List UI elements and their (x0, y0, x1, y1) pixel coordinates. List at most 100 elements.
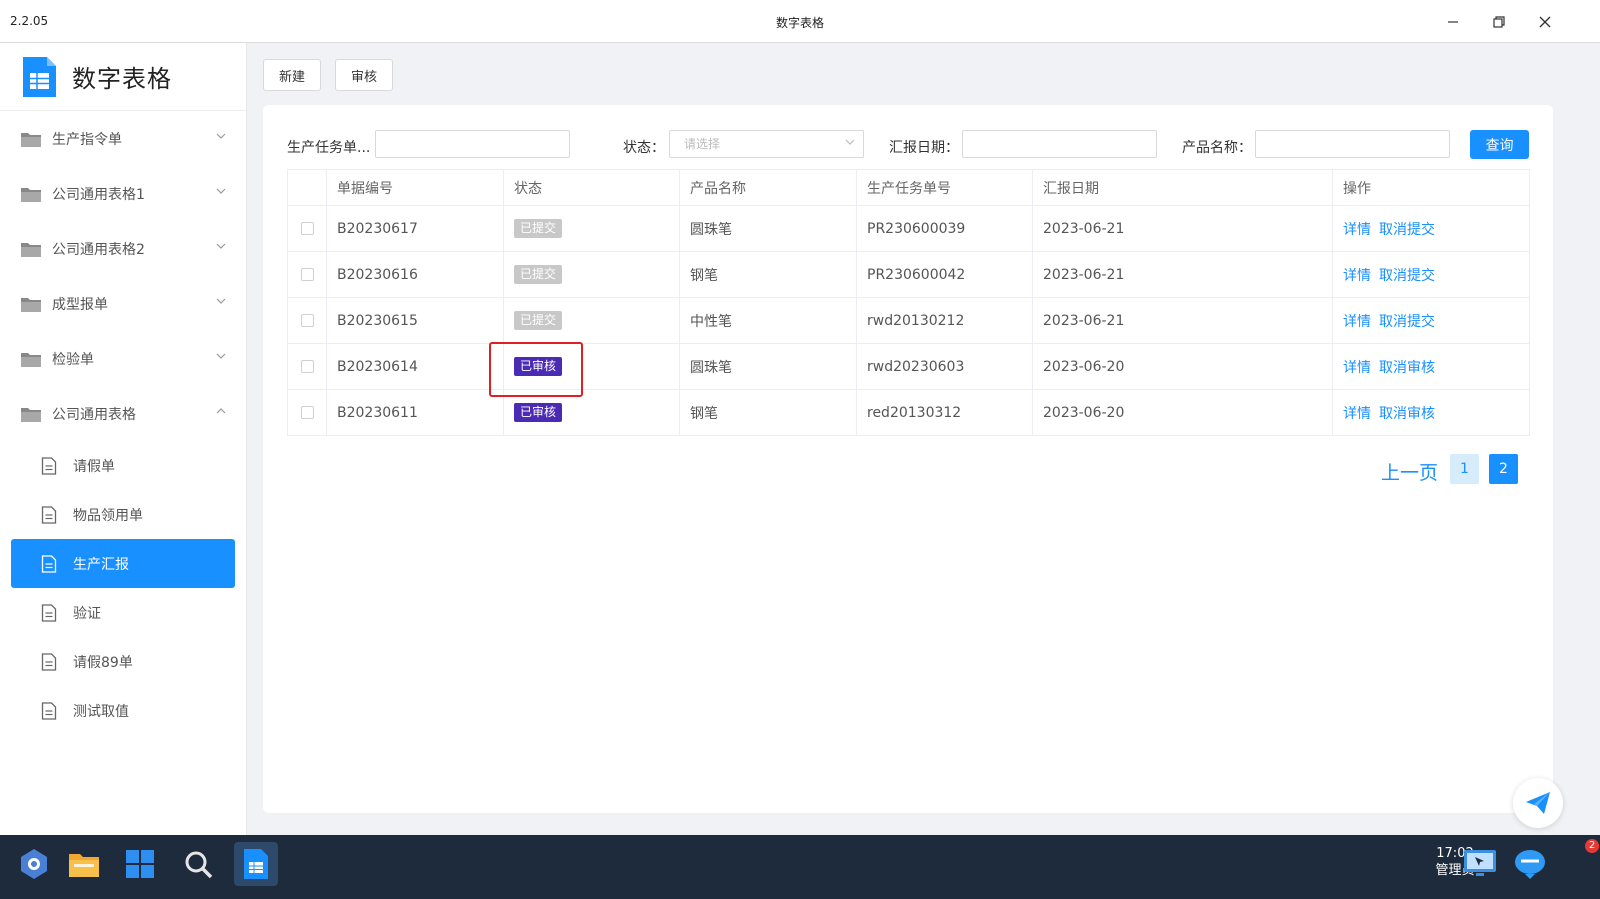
detail-link[interactable]: 详情 (1343, 222, 1371, 238)
detail-link[interactable]: 详情 (1343, 314, 1371, 330)
sidebar-item-production-report[interactable]: 生产汇报 (11, 539, 235, 588)
close-icon[interactable] (1532, 9, 1558, 35)
status-cell: 已提交 (503, 205, 680, 252)
row-checkbox[interactable] (300, 406, 314, 419)
page-2-button[interactable]: 2 (1489, 454, 1518, 484)
restore-icon[interactable] (1486, 9, 1512, 35)
product-name-input[interactable] (1255, 130, 1450, 158)
product-cell: 圆珠笔 (679, 205, 857, 252)
status-cell: 已提交 (503, 297, 680, 344)
window-title: 数字表格 (775, 16, 824, 30)
header-product: 产品名称 (679, 169, 857, 206)
menu-group-common-form-2[interactable]: 公司通用表格2 (0, 221, 246, 276)
menu-group-inspection[interactable]: 检验单 (0, 331, 246, 386)
detail-link[interactable]: 详情 (1343, 406, 1371, 422)
status-label: 状态： (623, 140, 665, 156)
sidebar-item-label: 请假单 (73, 458, 115, 475)
actions-cell: 详情 取消提交 (1332, 297, 1530, 344)
table-row: B20230617 已提交 圆珠笔 PR230600039 2023-06-21… (287, 205, 1530, 252)
search-icon[interactable] (176, 842, 220, 886)
status-cell: 已提交 (503, 251, 680, 298)
folder-icon (21, 187, 41, 202)
sidebar-item-verify[interactable]: 验证 (11, 588, 235, 637)
cancel-review-link[interactable]: 取消审核 (1379, 406, 1435, 422)
row-checkbox[interactable] (300, 222, 314, 235)
list-card: 生产任务单... 状态： 请选择 汇报日期： 产品名称： 查询 单据编号 状态 … (263, 105, 1553, 813)
task-no-cell: PR230600039 (856, 205, 1033, 252)
sidebar-item-label: 测试取值 (73, 703, 129, 720)
sidebar-item-leave[interactable]: 请假单 (11, 441, 235, 490)
report-date-input[interactable] (962, 130, 1157, 158)
sidebar-item-leave-89[interactable]: 请假89单 (11, 637, 235, 686)
chat-icon[interactable] (1508, 842, 1552, 886)
prev-page-button[interactable]: 上一页 (1381, 458, 1438, 485)
doc-no-cell: B20230615 (326, 297, 504, 344)
product-cell: 钢笔 (679, 251, 857, 298)
folder-icon (21, 407, 41, 422)
cancel-submit-link[interactable]: 取消提交 (1379, 268, 1435, 284)
status-badge: 已提交 (514, 265, 563, 284)
start-menu-icon[interactable] (12, 842, 56, 886)
menu-group-label: 成型报单 (52, 296, 108, 313)
menu-group-common-form[interactable]: 公司通用表格 (0, 386, 246, 441)
detail-link[interactable]: 详情 (1343, 360, 1371, 376)
chevron-down-icon (216, 353, 226, 359)
sidebar-item-requisition[interactable]: 物品领用单 (11, 490, 235, 539)
chevron-down-icon (216, 188, 226, 194)
task-no-cell: PR230600042 (856, 251, 1033, 298)
remote-desktop-icon[interactable] (1458, 842, 1502, 886)
row-checkbox[interactable] (300, 268, 314, 281)
menu-group-molding-report[interactable]: 成型报单 (0, 276, 246, 331)
highlight-box (489, 342, 583, 397)
document-icon (41, 505, 57, 524)
file-explorer-icon[interactable] (62, 842, 106, 886)
doc-no-cell: B20230617 (326, 205, 504, 252)
menu-group-common-form-1[interactable]: 公司通用表格1 (0, 166, 246, 221)
row-checkbox-cell (287, 251, 327, 298)
folder-icon (21, 242, 41, 257)
task-no-input[interactable] (375, 130, 570, 158)
page-1-button[interactable]: 1 (1450, 454, 1479, 484)
document-icon (41, 652, 57, 671)
minimize-icon[interactable] (1440, 9, 1466, 35)
sidebar-item-test-value[interactable]: 测试取值 (11, 686, 235, 735)
status-badge: 已提交 (514, 219, 563, 238)
cancel-submit-link[interactable]: 取消提交 (1379, 222, 1435, 238)
actions-cell: 详情 取消审核 (1332, 389, 1530, 436)
new-button[interactable]: 新建 (263, 59, 321, 91)
menu-group-label: 生产指令单 (52, 131, 122, 148)
document-icon (41, 701, 57, 720)
actions-cell: 详情 取消提交 (1332, 205, 1530, 252)
cancel-submit-link[interactable]: 取消提交 (1379, 314, 1435, 330)
header-checkbox-cell (287, 169, 327, 206)
status-badge: 已提交 (514, 311, 563, 330)
folder-icon (21, 132, 41, 147)
doc-no-cell: B20230616 (326, 251, 504, 298)
cancel-review-link[interactable]: 取消审核 (1379, 360, 1435, 376)
detail-link[interactable]: 详情 (1343, 268, 1371, 284)
document-icon (41, 603, 57, 622)
menu-group-label: 检验单 (52, 351, 94, 368)
folder-icon (21, 297, 41, 312)
table-row: B20230614 已审核 圆珠笔 rwd20230603 2023-06-20… (287, 343, 1530, 390)
row-checkbox[interactable] (300, 314, 314, 327)
send-button[interactable] (1513, 778, 1563, 828)
product-cell: 钢笔 (679, 389, 857, 436)
status-select[interactable]: 请选择 (669, 130, 864, 158)
sidebar-item-label: 请假89单 (73, 654, 133, 671)
menu-group-production-order[interactable]: 生产指令单 (0, 111, 246, 166)
date-cell: 2023-06-20 (1032, 389, 1333, 436)
header-report-date: 汇报日期 (1032, 169, 1333, 206)
windows-icon[interactable] (118, 842, 162, 886)
row-checkbox[interactable] (300, 360, 314, 373)
status-select-placeholder: 请选择 (684, 137, 721, 151)
chevron-up-icon (216, 408, 226, 414)
review-button[interactable]: 审核 (335, 59, 393, 91)
date-cell: 2023-06-21 (1032, 251, 1333, 298)
menu-group-label: 公司通用表格 (52, 406, 136, 423)
query-button[interactable]: 查询 (1470, 130, 1529, 159)
sidebar: 数字表格 生产指令单 公司通用表格1 公司通用表格2 成型报单 检验单 公司通用… (0, 43, 247, 835)
status-badge: 已审核 (514, 403, 563, 422)
send-icon (1526, 792, 1550, 814)
spreadsheet-app-icon[interactable] (234, 842, 278, 886)
